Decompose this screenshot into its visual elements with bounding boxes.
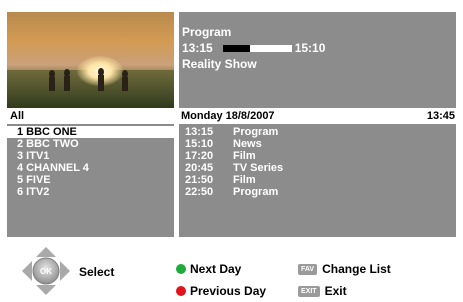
change-list-hint[interactable]: FAV Change List [298,262,391,276]
exit-key-icon: EXIT [298,285,320,297]
channel-item-five[interactable]: 5 FIVE [7,174,174,186]
schedule-title: Program [233,126,279,138]
next-day-label: Next Day [190,262,242,276]
channel-list[interactable]: 1 BBC ONE 2 BBC TWO 3 ITV1 4 CHANNEL 4 5… [7,124,174,237]
channel-item-bbc-two[interactable]: 2 BBC TWO [7,138,174,150]
previous-day-hint[interactable]: Previous Day [176,284,266,298]
schedule-date: Monday 18/8/2007 [181,110,275,122]
schedule-title: Film [233,174,256,186]
schedule-row: 17:20 Film [185,150,456,162]
program-title: Program [182,25,232,39]
schedule-title: Program [233,186,279,198]
fav-key-icon: FAV [298,263,318,275]
current-time: 13:45 [426,110,455,122]
exit-hint[interactable]: EXIT Exit [298,284,347,298]
exit-label: Exit [324,284,347,298]
schedule-time: 20:45 [185,162,214,174]
program-info-panel: Program 13:15 15:10 Reality Show [179,12,456,108]
schedule-time: 21:50 [185,174,214,186]
schedule-title: Film [233,150,256,162]
navigation-pad-icon[interactable]: OK [20,245,72,297]
schedule-time: 13:15 [185,126,214,138]
channel-preview-image [7,12,174,108]
next-day-hint[interactable]: Next Day [176,262,241,276]
schedule-time: 15:10 [185,138,214,150]
channel-item-bbc-one[interactable]: 1 BBC ONE [7,126,174,138]
green-dot-icon [176,264,186,274]
preview-figures [49,68,128,91]
channel-list-heading: All [10,110,25,122]
schedule-row: 22:50 Program [185,186,456,198]
schedule-title: News [233,138,262,150]
program-progress-bar [222,44,292,52]
previous-day-label: Previous Day [190,284,267,298]
progress-fill [222,44,251,52]
schedule-list: 13:15 Program 15:10 News 17:20 Film 20:4… [179,124,456,237]
channel-item-itv2[interactable]: 6 ITV2 [7,186,174,198]
red-dot-icon [176,286,186,296]
program-start-time: 13:15 [182,41,213,55]
schedule-row: 13:15 Program [185,126,456,138]
channel-item-itv1[interactable]: 3 ITV1 [7,150,174,162]
program-end-time: 15:10 [294,41,326,55]
schedule-title: TV Series [233,162,284,174]
program-description: Reality Show [182,57,257,71]
program-time-row: 13:15 15:10 [182,40,456,56]
schedule-time: 17:20 [185,150,214,162]
select-hint: Select [79,265,115,279]
schedule-row: 20:45 TV Series [185,162,456,174]
schedule-time: 22:50 [185,186,214,198]
ok-label: OK [40,267,52,276]
channel-item-channel-4[interactable]: 4 CHANNEL 4 [7,162,174,174]
schedule-row: 21:50 Film [185,174,456,186]
schedule-row: 15:10 News [185,138,456,150]
change-list-label: Change List [322,262,391,276]
progress-remaining [250,44,292,52]
